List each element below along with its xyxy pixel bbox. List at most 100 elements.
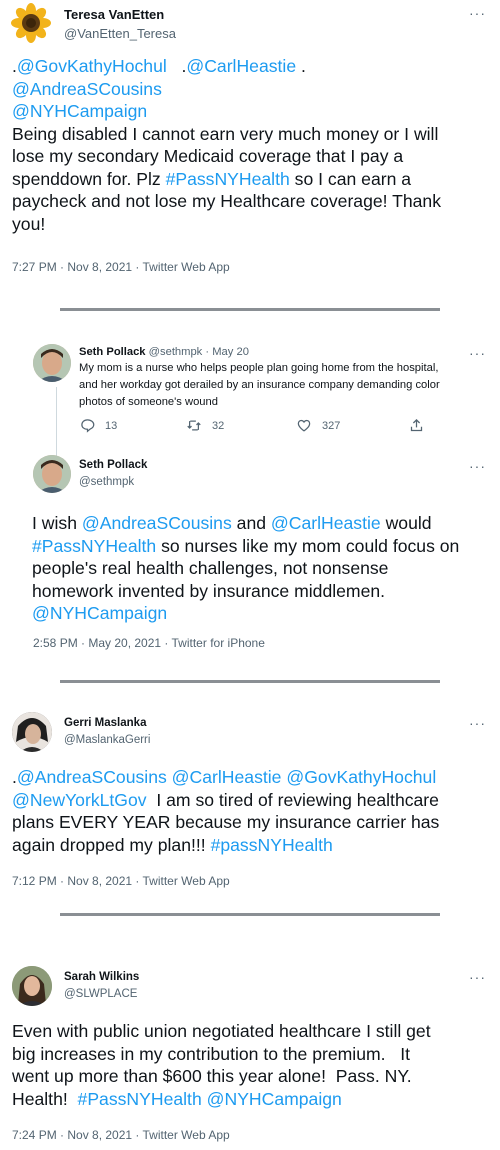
author-name[interactable]: Sarah Wilkins (64, 971, 139, 983)
mention-link[interactable]: @AndreaSCousins (82, 513, 232, 533)
tweet-header: Sarah Wilkins @SLWPLACE ··· (0, 960, 500, 1010)
tweet-text-segment: and (231, 513, 271, 533)
tweet-text-segment: people's real health challenges, not non… (32, 558, 389, 578)
profile-avatar-icon[interactable] (33, 455, 71, 493)
parent-author-handle[interactable]: @sethmpk (149, 346, 203, 358)
retweet-button[interactable]: 32 (186, 418, 224, 433)
mention-link[interactable]: @NYHCampaign (207, 1089, 342, 1109)
retweet-count: 32 (212, 419, 225, 432)
author-name[interactable]: Teresa VanEtten (64, 7, 164, 22)
tweet-text-segment: again dropped my plan!!! (12, 834, 211, 855)
mention-link[interactable]: @CarlHeastie (186, 56, 296, 76)
author-handle[interactable]: @MaslankaGerri (64, 734, 150, 746)
mention-link[interactable]: @CarlHeastie (271, 513, 381, 533)
separator (60, 913, 440, 916)
mention-link[interactable]: @NewYorkLtGov (12, 790, 147, 810)
mention-link[interactable]: @NYHCampaign (12, 101, 147, 121)
tweet-text-segment: lose my secondary Medicaid coverage that… (12, 146, 404, 166)
tweet-text-segment: . (296, 56, 306, 76)
author-name[interactable]: Seth Pollack (79, 459, 147, 471)
tweet-text: I wish @AndreaSCousins and @CarlHeastie … (32, 512, 486, 625)
retweet-icon (187, 420, 201, 431)
tweet-timestamp[interactable]: 2:58 PM · May 20, 2021 · Twitter for iPh… (33, 636, 265, 650)
tweet-seth: Seth Pollack @sethmpk · May 20 ··· My mo… (0, 338, 500, 658)
tweet-text-line: plans EVERY YEAR because my insurance ca… (12, 811, 488, 834)
separator (60, 308, 440, 311)
parent-action-bar: 13 32 327 (80, 418, 430, 438)
tweet-timestamp[interactable]: 7:27 PM · Nov 8, 2021 · Twitter Web App (12, 260, 230, 274)
mention-link[interactable]: @CarlHeastie (172, 767, 282, 787)
tweet-text-line: spenddown for. Plz #PassNYHealth so I ca… (12, 168, 488, 191)
hashtag-link[interactable]: #passNYHealth (211, 835, 333, 855)
profile-avatar-icon[interactable] (33, 344, 71, 382)
mention-link[interactable]: @GovKathyHochul (286, 767, 436, 787)
tweet-text-segment: Even with public union negotiated health… (12, 1021, 431, 1041)
tweet-text-segment: . (166, 56, 187, 76)
sunflower-avatar-icon[interactable] (10, 2, 52, 44)
tweet-text-segment: paycheck and not lose my Healthcare cove… (12, 191, 442, 211)
tweet-text-line: Being disabled I cannot earn very much m… (12, 123, 488, 146)
parent-author-name[interactable]: Seth Pollack (79, 346, 146, 358)
tweet-text-line: @NYHCampaign (12, 100, 488, 123)
parent-date[interactable]: · May 20 (205, 346, 249, 358)
tweet-text-segment: went up more than $600 this year alone! … (12, 1066, 412, 1086)
tweet-text-line: Even with public union negotiated health… (12, 1020, 488, 1043)
tweet-text-line: you! (12, 213, 488, 236)
tweet-text-segment: spenddown for. Plz (12, 168, 166, 189)
reply-button[interactable]: 13 (80, 418, 117, 433)
tweet-text-line: went up more than $600 this year alone! … (12, 1065, 488, 1088)
tweet-header: Teresa VanEtten @VanEtten_Teresa ··· (0, 0, 500, 50)
author-handle[interactable]: @VanEtten_Teresa (64, 26, 176, 41)
like-count: 327 (322, 419, 341, 432)
tweet-text-segment: I am so tired of reviewing healthcare (146, 789, 439, 810)
mention-link[interactable]: @AndreaSCousins (12, 79, 162, 99)
profile-avatar-icon[interactable] (12, 966, 52, 1006)
tweet-text-segment: would (380, 513, 432, 533)
more-icon[interactable]: ··· (469, 6, 486, 20)
tweet-text-segment: Being disabled I cannot earn very much m… (12, 123, 439, 144)
profile-avatar-icon[interactable] (12, 712, 52, 752)
tweet-text-line: Health! #PassNYHealth @NYHCampaign (12, 1088, 488, 1111)
more-icon[interactable]: ··· (469, 716, 486, 730)
tweet-text-segment: I wish (32, 513, 82, 533)
more-icon[interactable]: ··· (469, 970, 486, 984)
tweet-text-line: @AndreaSCousins (12, 78, 488, 101)
author-handle[interactable]: @sethmpk (79, 476, 134, 488)
tweet-text-line: again dropped my plan!!! #passNYHealth (12, 834, 488, 857)
like-button[interactable]: 327 (296, 418, 340, 433)
more-icon[interactable]: ··· (469, 346, 486, 360)
tweet-text-line: lose my secondary Medicaid coverage that… (12, 145, 488, 168)
tweet-header: Gerri Maslanka @MaslankaGerri ··· (0, 706, 500, 756)
tweet-text-line: .@AndreaSCousins @CarlHeastie @GovKathyH… (12, 766, 488, 789)
hashtag-link[interactable]: #PassNYHealth (32, 536, 156, 556)
parent-tweet[interactable]: Seth Pollack @sethmpk · May 20 ··· My mo… (0, 338, 500, 459)
mention-link[interactable]: @AndreaSCousins (17, 767, 167, 787)
tweet-text: .@GovKathyHochul .@CarlHeastie . @AndreaS… (12, 55, 488, 235)
tweet-text-segment: big increases in my contribution to the … (12, 1043, 410, 1064)
like-icon (297, 419, 311, 432)
hashtag-link[interactable]: #PassNYHealth (78, 1089, 202, 1109)
tweet-text-line: big increases in my contribution to the … (12, 1043, 488, 1066)
author-name[interactable]: Gerri Maslanka (64, 717, 146, 729)
mention-link[interactable]: @GovKathyHochul (17, 56, 167, 76)
parent-text-line: photos of someone's wound (79, 396, 218, 408)
parent-header: Seth Pollack @sethmpk · May 20 (79, 346, 249, 358)
tweet-text-line: #PassNYHealth so nurses like my mom coul… (32, 535, 486, 558)
hashtag-link[interactable]: #PassNYHealth (166, 169, 290, 189)
more-icon[interactable]: ··· (469, 459, 486, 473)
tweet-text-line: @NewYorkLtGov I am so tired of reviewing… (12, 789, 488, 812)
reply-count: 13 (105, 419, 118, 432)
mention-link[interactable]: @NYHCampaign (32, 603, 167, 623)
tweet-text-line: paycheck and not lose my Healthcare cove… (12, 190, 488, 213)
share-button[interactable] (409, 418, 424, 433)
author-handle[interactable]: @SLWPLACE (64, 988, 137, 1000)
tweet-header: Seth Pollack @sethmpk ··· (0, 449, 500, 499)
tweet-timestamp[interactable]: 7:24 PM · Nov 8, 2021 · Twitter Web App (12, 1128, 230, 1142)
tweet-timestamp[interactable]: 7:12 PM · Nov 8, 2021 · Twitter Web App (12, 874, 230, 888)
tweet-sarah: Sarah Wilkins @SLWPLACE ··· Even with pu… (0, 960, 500, 1150)
tweet-text-segment: plans EVERY YEAR because my insurance ca… (12, 812, 440, 832)
tweet-text-line: I wish @AndreaSCousins and @CarlHeastie … (32, 512, 486, 535)
tweet-text-line: .@GovKathyHochul .@CarlHeastie . (12, 55, 488, 78)
tweet-gerri: Gerri Maslanka @MaslankaGerri ··· .@Andr… (0, 706, 500, 896)
tweet-text-line: homework invented by insurance middlemen… (32, 580, 486, 603)
